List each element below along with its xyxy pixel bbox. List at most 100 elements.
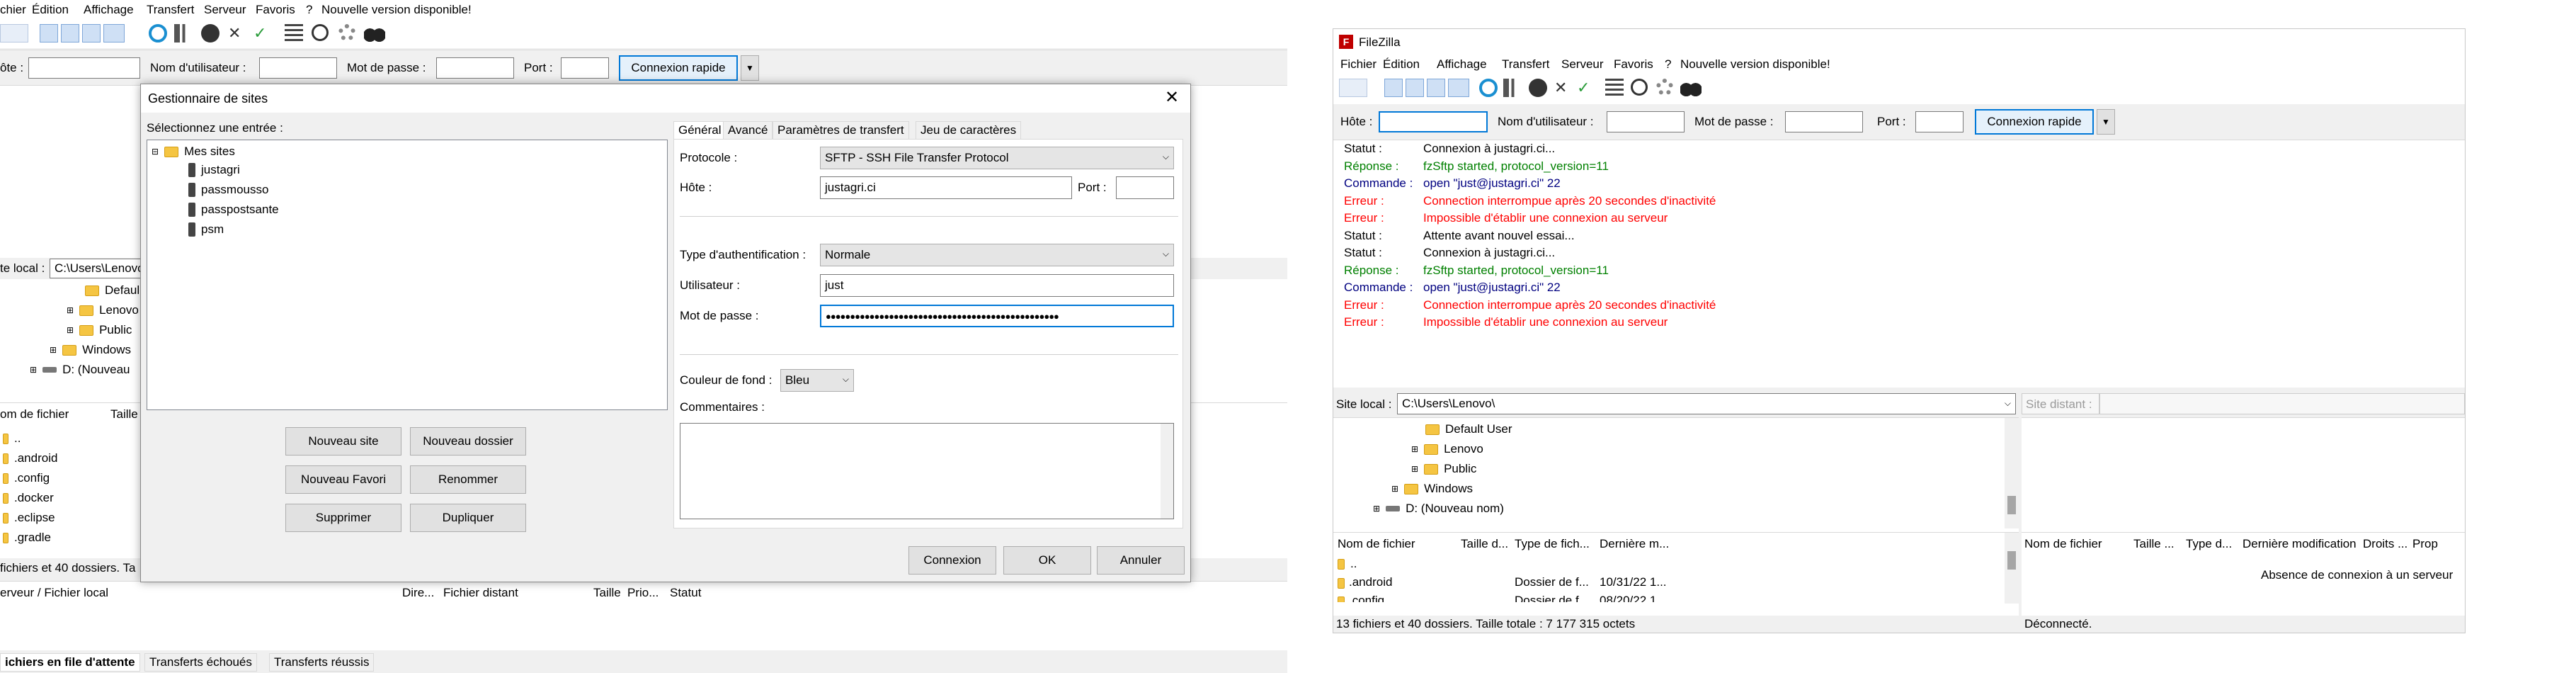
site-entry-justagri[interactable]: justagri (188, 163, 240, 177)
binoculars-icon[interactable] (364, 24, 385, 43)
tree-item[interactable]: ⊞ Public (1411, 462, 1476, 476)
left-port-input[interactable] (561, 57, 609, 79)
disconnect-icon[interactable]: ✕ (1554, 79, 1573, 97)
remote-col-header-type[interactable]: Type d... (2186, 537, 2232, 551)
site-entry-passmousso[interactable]: passmousso (188, 183, 268, 197)
new-bookmark-button[interactable]: Nouveau Favori (285, 465, 401, 494)
toggle-queue-icon[interactable] (1448, 79, 1469, 97)
expand-icon[interactable]: ⊞ (67, 325, 74, 335)
connect-button[interactable]: Connexion (908, 546, 996, 575)
quickconnect-button[interactable]: Connexion rapide (1975, 109, 2094, 135)
tree-item[interactable]: ⊞ Windows (1391, 482, 1473, 496)
local-site-path-input[interactable]: C:\Users\Lenovo\ ⌵ (1397, 393, 2016, 414)
site-entry-psm[interactable]: psm (188, 222, 224, 237)
tab-transfer-settings[interactable]: Paramètres de transfert (773, 121, 909, 139)
remote-col-header-modified[interactable]: Dernière modification (2242, 537, 2356, 551)
duplicate-button[interactable]: Dupliquer (410, 504, 526, 532)
tree-item[interactable]: ⊞ D: (Nouveau (30, 363, 130, 377)
quickconnect-dropdown[interactable]: ▼ (2097, 109, 2115, 135)
process-queue-icon[interactable] (1503, 79, 1522, 97)
queue-header-size[interactable]: Taille (593, 586, 621, 600)
file-row[interactable]: .config Dossier de f... 08/20/22 1... (1338, 594, 1734, 602)
menu-edit[interactable]: Édition (1383, 57, 1420, 72)
expand-icon[interactable]: ⊞ (1411, 464, 1418, 474)
settings-icon[interactable] (1656, 79, 1673, 96)
expand-icon[interactable]: ⊞ (1411, 444, 1418, 454)
port-input[interactable] (1915, 111, 1964, 132)
col-header-filename[interactable]: Nom de fichier (1338, 537, 1415, 551)
expand-icon[interactable]: ⊞ (1373, 504, 1380, 514)
tree-item[interactable]: Default User (1425, 422, 1512, 436)
col-header-modified[interactable]: Dernière m... (1600, 537, 1669, 551)
menu-server[interactable]: Serveur (1561, 57, 1604, 72)
file-row[interactable]: .eclipse (3, 511, 55, 525)
tree-item[interactable]: ⊞ Public (67, 323, 132, 337)
chevron-down-icon[interactable]: ⌵ (2005, 398, 2011, 409)
close-icon[interactable]: ✕ (1165, 87, 1179, 108)
menu-view[interactable]: Affichage (1437, 57, 1487, 72)
comments-textarea[interactable] (680, 423, 1174, 519)
toggle-remote-tree-icon[interactable] (1427, 79, 1445, 97)
left-menu-favorites[interactable]: Favoris (256, 3, 295, 17)
scrollbar-thumb[interactable] (2007, 551, 2016, 570)
queue-header-direction[interactable]: Dire... (402, 586, 434, 600)
new-folder-button[interactable]: Nouveau dossier (410, 427, 526, 456)
tree-item[interactable]: ⊞ Lenovo (1411, 442, 1483, 456)
menu-update[interactable]: Nouvelle version disponible! (1680, 57, 1830, 72)
toggle-tree-icon[interactable] (1406, 79, 1424, 97)
queue-header-status[interactable]: Statut (670, 586, 701, 600)
expand-icon[interactable]: ⊞ (67, 305, 74, 315)
file-row[interactable]: .gradle (3, 531, 51, 545)
host-input[interactable]: justagri.ci (820, 176, 1072, 199)
refresh-icon[interactable] (149, 24, 167, 43)
col-header-filename[interactable]: om de fichier (0, 407, 69, 422)
filter-icon[interactable] (285, 24, 303, 43)
reconnect-icon[interactable]: ✓ (253, 24, 272, 43)
menu-transfer[interactable]: Transfert (1502, 57, 1549, 72)
user-input[interactable]: just (820, 274, 1174, 297)
file-row[interactable]: .docker (3, 491, 54, 505)
col-header-size[interactable]: Taille (110, 407, 138, 422)
tab-general[interactable]: Général (673, 121, 726, 139)
remote-site-path-input[interactable] (2099, 393, 2465, 414)
left-host-input[interactable] (28, 57, 140, 79)
protocol-select[interactable]: SFTP - SSH File Transfer Protocol ⌵ (820, 147, 1174, 169)
file-row[interactable]: .config (3, 471, 50, 485)
tree-item[interactable]: ⊞ D: (Nouveau nom) (1373, 502, 1504, 516)
settings-icon[interactable] (338, 24, 355, 41)
left-quickconnect-dropdown[interactable]: ▼ (741, 55, 759, 81)
refresh-icon[interactable] (1479, 79, 1498, 97)
pass-input[interactable] (1785, 111, 1863, 132)
col-header-type[interactable]: Type de fich... (1515, 537, 1590, 551)
password-input[interactable]: ●●●●●●●●●●●●●●●●●●●●●●●●●●●●●●●●●●●●●●●●… (820, 305, 1174, 327)
queue-header-remote[interactable]: Fichier distant (443, 586, 518, 600)
collapse-icon[interactable]: ⊟ (152, 147, 159, 157)
remote-col-header-filename[interactable]: Nom de fichier (2024, 537, 2102, 551)
delete-button[interactable]: Supprimer (285, 504, 401, 532)
filter-icon[interactable] (1605, 79, 1624, 97)
remote-col-header-owner[interactable]: Prop (2412, 537, 2438, 551)
menu-favorites[interactable]: Favoris (1614, 57, 1653, 72)
tree-root-my-sites[interactable]: ⊟ Mes sites (152, 145, 235, 159)
toggle-remote-tree-icon[interactable] (82, 24, 101, 43)
comments-scrollbar[interactable] (1161, 424, 1173, 519)
new-site-button[interactable]: Nouveau site (285, 427, 401, 456)
file-row[interactable]: .. (3, 431, 21, 446)
tab-successful-transfers[interactable]: Transferts réussis (269, 653, 375, 672)
tab-queued-files[interactable]: ichiers en file d'attente (0, 653, 140, 672)
expand-icon[interactable]: ⊞ (50, 345, 57, 355)
expand-icon[interactable]: ⊞ (1391, 484, 1398, 494)
left-user-input[interactable] (259, 57, 337, 79)
queue-header-priority[interactable]: Prio... (627, 586, 659, 600)
left-menu-transfer[interactable]: Transfert (147, 3, 194, 17)
scrollbar-thumb[interactable] (2007, 496, 2016, 514)
file-row[interactable]: .android (3, 451, 57, 465)
tab-failed-transfers[interactable]: Transferts échoués (144, 653, 257, 672)
toggle-log-icon[interactable] (40, 24, 58, 43)
site-manager-icon[interactable] (0, 24, 28, 43)
tree-item[interactable]: ⊞ Windows (50, 343, 131, 357)
left-menu-edit[interactable]: Édition (32, 3, 69, 17)
user-input[interactable] (1607, 111, 1685, 132)
binoculars-icon[interactable] (1680, 79, 1702, 97)
left-pass-input[interactable] (436, 57, 514, 79)
